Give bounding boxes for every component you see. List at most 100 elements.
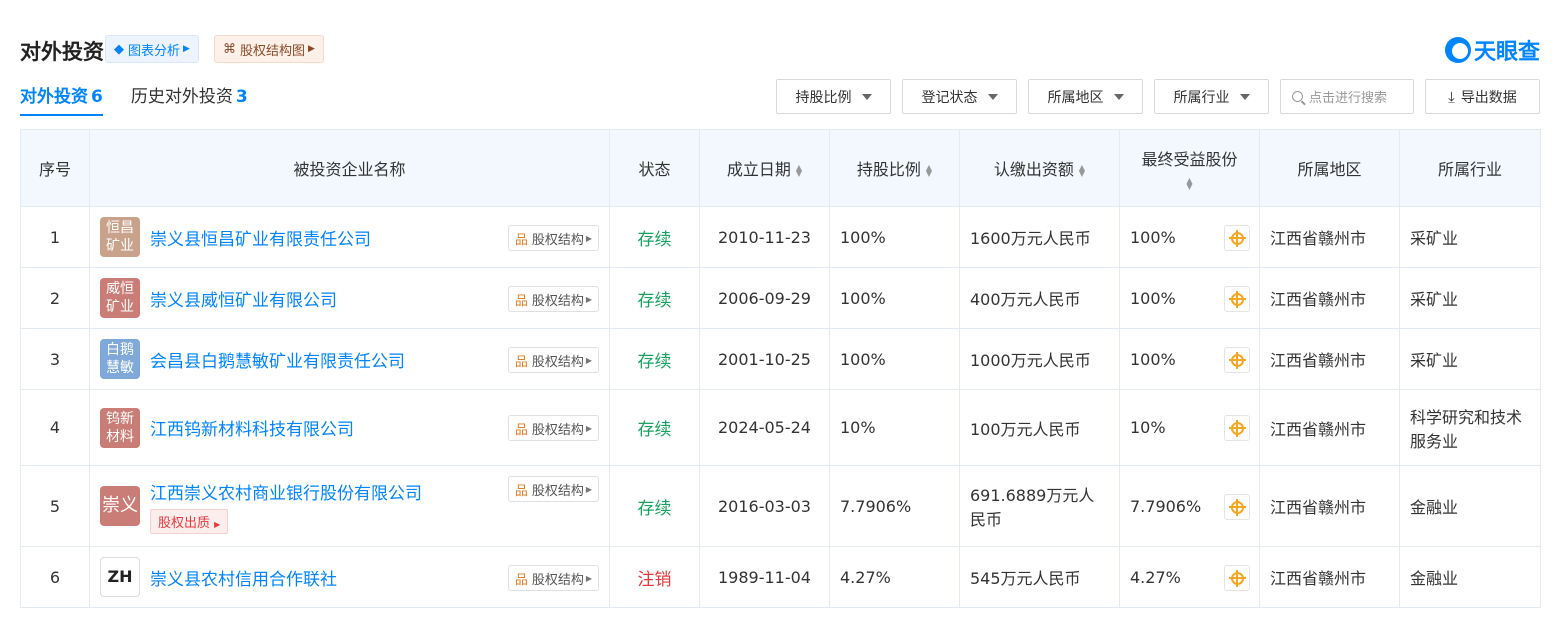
capital-text: 545万元人民币 bbox=[970, 569, 1081, 588]
export-button[interactable]: ⤓ 导出数据 bbox=[1425, 79, 1540, 114]
penetration-icon[interactable] bbox=[1224, 286, 1250, 312]
ratio-filter-label: 持股比例 bbox=[795, 89, 852, 106]
target-icon bbox=[1228, 569, 1246, 587]
industry-text: 金融业 bbox=[1410, 498, 1459, 517]
status-filter-dropdown[interactable]: 登记状态 bbox=[902, 79, 1017, 114]
brand-icon bbox=[1444, 37, 1471, 63]
column-header-ratio[interactable]: 持股比例 ▲ ▼ bbox=[829, 129, 960, 207]
company-link[interactable]: 江西钨新材料科技有限公司 bbox=[150, 420, 354, 440]
column-header-benefit[interactable]: 最终受益股份 ▲ ▼ bbox=[1119, 129, 1260, 207]
industry-cell: 科学研究和技术服务业 bbox=[1399, 389, 1541, 466]
table-row[interactable]: 5 崇义 江西崇义农村商业银行股份有限公司 股权出质 ▶ 品股权结构 ▶ 存续 2016-03… bbox=[20, 465, 1541, 547]
export-label: 导出数据 bbox=[1460, 89, 1517, 106]
benefit-text: 100% bbox=[1130, 349, 1176, 369]
play-icon: ▶ bbox=[585, 294, 592, 304]
industry-filter-dropdown[interactable]: 所属行业 bbox=[1154, 79, 1269, 114]
status-cell: 存续 bbox=[609, 389, 700, 466]
tab-bar: 对外投资 6 历史对外投资 3 bbox=[20, 82, 276, 116]
equity-structure-button[interactable]: 品股权结构 ▶ bbox=[507, 415, 599, 441]
column-header-label: 状态 bbox=[638, 160, 671, 179]
filter-bar: 持股比例 登记状态 所属地区 所属行业 点击进行搜索 ⤓ 导出数据 bbox=[765, 79, 1540, 114]
structure-icon: 品 bbox=[514, 483, 528, 499]
table-row[interactable]: 2 威恒矿业 崇义县威恒矿业有限公司 品股权结构 ▶ 存续 2006-09-29 100% 40… bbox=[20, 267, 1541, 329]
penetration-icon[interactable] bbox=[1224, 565, 1250, 591]
penetration-icon[interactable] bbox=[1224, 415, 1250, 441]
region-filter-dropdown[interactable]: 所属地区 bbox=[1028, 79, 1143, 114]
company-link[interactable]: 会昌县白鹅慧敏矿业有限责任公司 bbox=[150, 352, 405, 372]
column-header-label: 最终受益股份 bbox=[1141, 150, 1238, 170]
equity-structure-button[interactable]: 品股权结构 ▶ bbox=[507, 476, 599, 502]
ratio-filter-dropdown[interactable]: 持股比例 bbox=[776, 79, 891, 114]
date-cell: 2006-09-29 bbox=[699, 267, 830, 329]
equity-structure-button[interactable]: 品股权结构 ▶ bbox=[507, 286, 599, 312]
industry-text: 金融业 bbox=[1410, 569, 1459, 588]
company-link[interactable]: 崇义县威恒矿业有限公司 bbox=[150, 291, 337, 311]
target-icon bbox=[1228, 498, 1246, 516]
equity-structure-label: 股权结构 bbox=[531, 422, 584, 438]
tab-count: 3 bbox=[235, 87, 248, 107]
tab-history-investments[interactable]: 历史对外投资 3 bbox=[131, 82, 248, 116]
company-logo: 钨新材料 bbox=[100, 407, 140, 448]
company-logo: ZH bbox=[100, 557, 140, 597]
investment-table: 序号 被投资企业名称 状态 成立日期 ▲ ▼ 持股比例 ▲ ▼ 认缴出资额 ▲ ▼ 最终受益… bbox=[20, 129, 1541, 608]
penetration-icon[interactable] bbox=[1224, 494, 1250, 520]
equity-structure-label: 股权结构 bbox=[531, 293, 584, 309]
caret-down-icon bbox=[861, 93, 872, 100]
equity-structure-button[interactable]: 品股权结构 ▶ bbox=[507, 347, 599, 373]
table-row[interactable]: 1 恒昌矿业 崇义县恒昌矿业有限责任公司 品股权结构 ▶ 存续 2010-11-23 100%… bbox=[20, 206, 1541, 268]
column-header-label: 认缴出资额 bbox=[993, 160, 1074, 179]
table-row[interactable]: 6 ZH 崇义县农村信用合作联社 品股权结构 ▶ 注销 1989-11-04 4.27% 545… bbox=[20, 546, 1541, 608]
industry-text: 科学研究和技术服务业 bbox=[1410, 407, 1523, 451]
company-cell: ZH 崇义县农村信用合作联社 品股权结构 ▶ bbox=[89, 546, 610, 608]
row-number: 1 bbox=[20, 206, 90, 268]
pledge-badge[interactable]: 股权出质 ▶ bbox=[150, 508, 229, 534]
date-text: 2024-05-24 bbox=[718, 418, 811, 437]
penetration-icon[interactable] bbox=[1224, 225, 1250, 251]
ratio-text: 4.27% bbox=[840, 567, 891, 587]
logo-text: 威恒矿业 bbox=[106, 281, 134, 315]
sort-icon[interactable]: ▲ ▼ bbox=[1079, 163, 1085, 177]
search-input[interactable]: 点击进行搜索 bbox=[1280, 79, 1414, 114]
row-number-text: 1 bbox=[49, 227, 61, 247]
company-logo: 恒昌矿业 bbox=[100, 217, 140, 257]
column-header-date[interactable]: 成立日期 ▲ ▼ bbox=[699, 129, 830, 207]
sort-icon[interactable]: ▲ ▼ bbox=[1186, 176, 1192, 190]
structure-icon: 品 bbox=[514, 572, 528, 588]
sort-icon[interactable]: ▲ ▼ bbox=[796, 163, 802, 177]
column-header-label: 持股比例 bbox=[856, 160, 921, 179]
chart-analysis-button[interactable]: ◆ 图表分析 ▶ bbox=[105, 35, 199, 63]
logo-text: 钨新材料 bbox=[106, 410, 134, 445]
logo-text: 崇义 bbox=[102, 495, 138, 516]
table-row[interactable]: 3 白鹅慧敏 会昌县白鹅慧敏矿业有限责任公司 品股权结构 ▶ 存续 2001-10-25 10… bbox=[20, 328, 1541, 390]
company-link[interactable]: 崇义县恒昌矿业有限责任公司 bbox=[150, 230, 371, 250]
caret-down-icon bbox=[987, 93, 998, 100]
equity-structure-button[interactable]: 品股权结构 ▶ bbox=[507, 225, 599, 251]
industry-cell: 采矿业 bbox=[1399, 206, 1541, 268]
capital-cell: 100万元人民币 bbox=[959, 389, 1120, 466]
chart-analysis-label: 图表分析 bbox=[128, 43, 181, 59]
equity-structure-button[interactable]: ⌘ 股权结构图 ▶ bbox=[214, 35, 324, 63]
company-link[interactable]: 江西崇义农村商业银行股份有限公司 bbox=[150, 484, 422, 504]
tab-investments[interactable]: 对外投资 6 bbox=[20, 82, 103, 116]
equity-structure-label: 股权结构 bbox=[531, 354, 584, 370]
industry-cell: 采矿业 bbox=[1399, 328, 1541, 390]
ratio-text: 7.7906% bbox=[840, 496, 912, 516]
column-header-capital[interactable]: 认缴出资额 ▲ ▼ bbox=[959, 129, 1120, 207]
company-link[interactable]: 崇义县农村信用合作联社 bbox=[150, 570, 337, 590]
benefit-text: 10% bbox=[1130, 418, 1166, 437]
benefit-cell: 4.27% bbox=[1119, 546, 1260, 608]
company-logo: 威恒矿业 bbox=[100, 278, 140, 318]
status-text: 存续 bbox=[637, 229, 672, 250]
equity-structure-button[interactable]: 品股权结构 ▶ bbox=[507, 565, 599, 591]
status-cell: 存续 bbox=[609, 206, 700, 268]
capital-text: 1600万元人民币 bbox=[970, 229, 1091, 248]
ratio-text: 10% bbox=[840, 418, 876, 437]
date-cell: 2001-10-25 bbox=[699, 328, 830, 390]
penetration-icon[interactable] bbox=[1224, 347, 1250, 373]
row-number-text: 3 bbox=[49, 349, 61, 369]
table-row[interactable]: 4 钨新材料 江西钨新材料科技有限公司 品股权结构 ▶ 存续 2024-05-24 10% 10… bbox=[20, 389, 1541, 466]
company-cell: 威恒矿业 崇义县威恒矿业有限公司 品股权结构 ▶ bbox=[89, 267, 610, 329]
ratio-text: 100% bbox=[840, 288, 886, 308]
brand-logo: 天眼查 bbox=[1444, 34, 1540, 66]
sort-icon[interactable]: ▲ ▼ bbox=[926, 163, 932, 177]
